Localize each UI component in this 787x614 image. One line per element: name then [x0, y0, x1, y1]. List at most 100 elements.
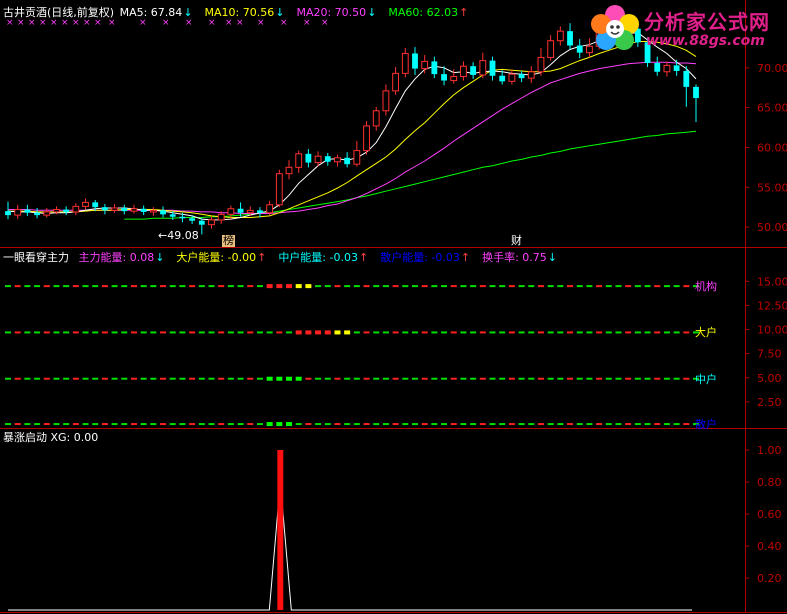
- energy-seg-0-70: [683, 285, 690, 288]
- candle-body-33: [324, 156, 331, 162]
- energy-seg-3-43: [421, 423, 428, 426]
- energy-seg-1-62: [605, 331, 612, 334]
- energy-seg-1-28: [276, 331, 283, 334]
- energy-seg-3-28: [276, 422, 283, 427]
- energy-seg-2-64: [625, 377, 632, 380]
- energy-seg-2-21: [208, 377, 215, 380]
- ma10-line: [8, 41, 697, 218]
- y-tick-label-mid-5: 2.50: [757, 396, 782, 409]
- candle-body-23: [227, 208, 235, 215]
- candle-body-1: [14, 209, 22, 216]
- xg-spike-bar: [277, 450, 284, 610]
- energy-seg-0-44: [431, 285, 438, 288]
- energy-seg-2-56: [547, 377, 554, 380]
- candle-body-30: [295, 153, 303, 168]
- candle-body-17: [169, 214, 176, 217]
- energy-seg-0-65: [634, 285, 641, 288]
- energy-seg-0-55: [537, 285, 544, 288]
- candle-body-54: [527, 71, 535, 79]
- energy-seg-0-1: [14, 285, 21, 288]
- energy-seg-0-23: [227, 285, 234, 288]
- energy-seg-3-51: [499, 423, 506, 426]
- energy-seg-1-55: [537, 331, 544, 334]
- energy-seg-0-42: [411, 285, 418, 288]
- energy-seg-0-63: [615, 285, 622, 288]
- candle-body-47: [460, 65, 467, 78]
- marker-cai[interactable]: 财: [510, 235, 523, 247]
- x-marker-15: ×: [236, 18, 244, 28]
- energy-seg-2-5: [53, 377, 60, 380]
- energy-seg-2-15: [150, 377, 157, 380]
- energy-seg-2-1: [14, 377, 21, 380]
- y-tick-label-bottom-4: 0.20: [757, 572, 782, 585]
- candle-body-57: [556, 30, 564, 42]
- energy-seg-1-68: [663, 331, 670, 334]
- mid-arrow-icon-0: ↓: [155, 251, 165, 264]
- mid-label-1: 大户能量: -0.00: [176, 251, 257, 264]
- energy-seg-1-26: [256, 331, 263, 334]
- energy-seg-3-66: [644, 423, 651, 426]
- energy-seg-0-11: [111, 285, 118, 288]
- energy-seg-1-47: [460, 331, 467, 334]
- energy-seg-0-40: [392, 285, 399, 288]
- ma-label-3: MA60: 62.03: [388, 6, 459, 19]
- ma-label-1: MA10: 70.56: [204, 6, 275, 19]
- energy-seg-1-12: [121, 331, 128, 334]
- energy-seg-1-64: [625, 331, 632, 334]
- energy-seg-2-53: [518, 377, 525, 380]
- energy-seg-3-58: [567, 423, 574, 426]
- energy-seg-2-60: [586, 377, 593, 380]
- row-label-0: 机构: [695, 280, 717, 294]
- candle-body-22: [217, 213, 225, 221]
- row-label-2: 中户: [695, 372, 717, 386]
- energy-seg-0-10: [101, 285, 108, 288]
- energy-seg-2-50: [489, 377, 496, 380]
- candle-body-16: [160, 210, 166, 215]
- energy-seg-2-47: [460, 377, 467, 380]
- energy-seg-3-56: [547, 423, 554, 426]
- energy-seg-0-19: [189, 285, 196, 288]
- candle-body-28: [275, 173, 283, 206]
- energy-seg-2-51: [499, 377, 506, 380]
- energy-seg-3-12: [121, 423, 128, 426]
- energy-seg-3-40: [392, 423, 399, 426]
- energy-seg-3-4: [43, 423, 50, 426]
- energy-seg-3-29: [286, 422, 293, 427]
- energy-seg-3-44: [431, 423, 438, 426]
- energy-seg-1-46: [450, 331, 457, 334]
- energy-seg-3-63: [615, 423, 622, 426]
- energy-seg-3-18: [179, 423, 186, 426]
- y-tick-label-main-1: 65.00: [757, 102, 787, 115]
- energy-seg-0-3: [34, 285, 41, 288]
- energy-seg-1-20: [198, 331, 205, 334]
- candle-body-8: [82, 201, 89, 207]
- candle-body-52: [508, 73, 516, 82]
- site-logo[interactable]: 分析家公式网 www.88gs.com: [588, 0, 787, 56]
- energy-seg-0-15: [150, 285, 157, 288]
- energy-seg-0-45: [441, 285, 448, 288]
- y-tick-label-mid-0: 15.00: [757, 275, 787, 288]
- energy-seg-0-47: [460, 285, 467, 288]
- energy-seg-1-7: [72, 331, 79, 334]
- energy-seg-1-70: [683, 331, 690, 334]
- energy-seg-3-41: [402, 423, 409, 426]
- energy-seg-0-22: [218, 285, 225, 288]
- mid-arrow-icon-2: ↑: [358, 251, 369, 264]
- candle-body-48: [470, 66, 477, 75]
- energy-seg-3-50: [489, 423, 496, 426]
- energy-seg-1-21: [208, 331, 215, 334]
- energy-seg-2-65: [634, 377, 641, 380]
- x-marker-17: ×: [280, 18, 288, 28]
- energy-seg-0-54: [528, 285, 535, 288]
- candle-body-58: [567, 31, 573, 46]
- energy-seg-3-67: [654, 423, 661, 426]
- energy-seg-2-59: [576, 377, 583, 380]
- energy-seg-1-59: [576, 331, 583, 334]
- energy-seg-3-10: [101, 423, 108, 426]
- marker-bang[interactable]: 榜: [222, 235, 235, 247]
- ma-2: MA20: 70.50↓: [296, 6, 382, 19]
- candle-body-70: [683, 70, 690, 87]
- x-marker-3: ×: [39, 18, 47, 28]
- candle-body-42: [412, 53, 418, 69]
- energy-seg-0-24: [237, 285, 244, 288]
